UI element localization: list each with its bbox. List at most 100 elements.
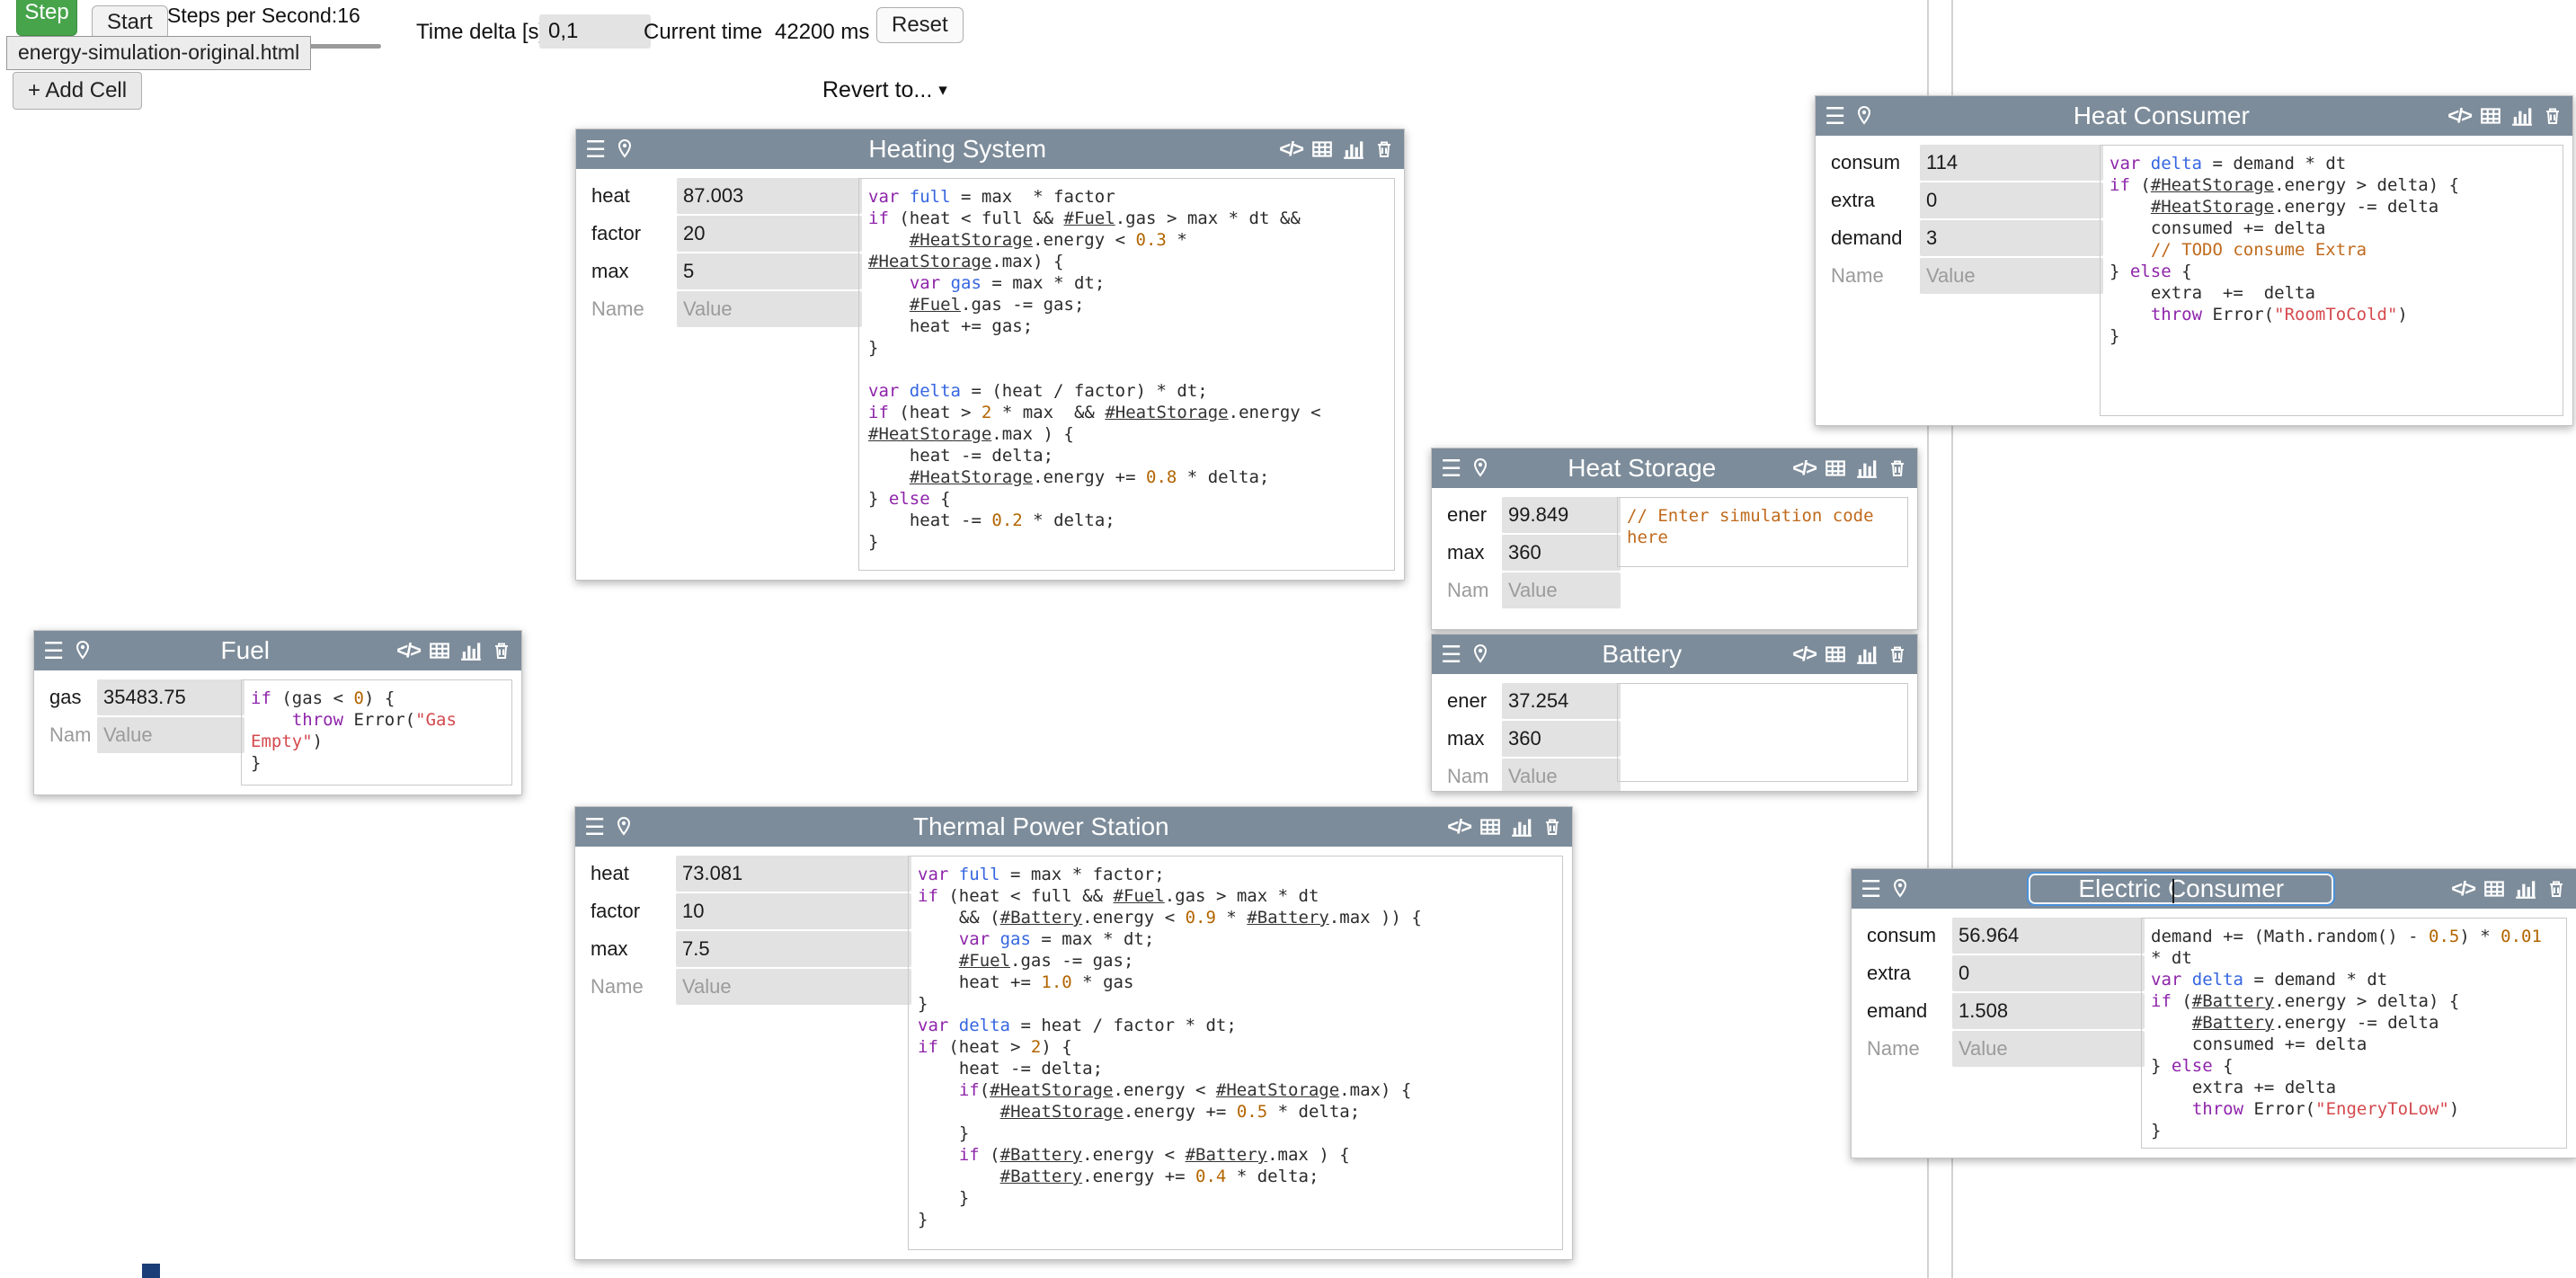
var-value-input[interactable] bbox=[1920, 258, 2103, 294]
menu-icon[interactable]: ☰ bbox=[1825, 102, 1845, 130]
var-name-input[interactable] bbox=[585, 291, 688, 327]
trash-icon[interactable] bbox=[1887, 643, 1908, 665]
code-editor[interactable]: var delta = demand * dt if (#HeatStorage… bbox=[2100, 145, 2563, 416]
var-value-input[interactable] bbox=[1502, 683, 1621, 719]
pin-icon[interactable] bbox=[1470, 643, 1491, 665]
var-value-input[interactable] bbox=[97, 679, 244, 715]
pin-icon[interactable] bbox=[614, 138, 635, 160]
code-icon[interactable]: </> bbox=[1792, 643, 1816, 666]
var-name-input[interactable] bbox=[1825, 182, 1931, 218]
trash-icon[interactable] bbox=[2545, 878, 2567, 900]
var-value-input[interactable] bbox=[676, 931, 911, 967]
add-cell-button[interactable]: + Add Cell bbox=[13, 72, 142, 110]
code-editor[interactable]: var full = max * factor; if (heat < full… bbox=[908, 856, 1563, 1250]
var-value-input[interactable] bbox=[677, 253, 862, 289]
trash-icon[interactable] bbox=[1541, 816, 1563, 838]
table-icon[interactable] bbox=[2479, 104, 2502, 128]
var-value-input[interactable] bbox=[1952, 993, 2145, 1029]
chart-icon[interactable] bbox=[1342, 138, 1365, 161]
menu-icon[interactable]: ☰ bbox=[585, 136, 606, 164]
table-icon[interactable] bbox=[2483, 877, 2506, 901]
table-icon[interactable] bbox=[428, 639, 451, 662]
code-icon[interactable]: </> bbox=[1447, 815, 1470, 839]
table-icon[interactable] bbox=[1824, 643, 1847, 666]
var-name-input[interactable] bbox=[584, 969, 687, 1005]
card-header[interactable]: ☰ Heat Storage </> bbox=[1432, 448, 1917, 488]
revert-to-dropdown[interactable]: Revert to... ▾ bbox=[822, 77, 947, 103]
trash-icon[interactable] bbox=[1887, 457, 1908, 479]
var-value-input[interactable] bbox=[1502, 721, 1621, 757]
var-value-input[interactable] bbox=[1502, 572, 1621, 608]
time-delta-input[interactable] bbox=[539, 14, 651, 49]
card-header[interactable]: ☰ Fuel </> bbox=[34, 631, 521, 670]
card-title[interactable]: Heat Storage bbox=[1568, 454, 1716, 483]
code-icon[interactable]: </> bbox=[2447, 104, 2471, 128]
var-value-input[interactable] bbox=[677, 216, 862, 252]
code-icon[interactable]: </> bbox=[2451, 877, 2474, 901]
menu-icon[interactable]: ☰ bbox=[584, 813, 605, 841]
var-value-input[interactable] bbox=[677, 291, 862, 327]
chart-icon[interactable] bbox=[1855, 643, 1879, 666]
var-value-input[interactable] bbox=[676, 856, 911, 892]
card-title[interactable]: Heating System bbox=[868, 135, 1046, 164]
var-name-input[interactable] bbox=[1861, 993, 1963, 1029]
chart-icon[interactable] bbox=[459, 639, 483, 662]
card-title[interactable]: Heat Consumer bbox=[2074, 102, 2250, 130]
code-icon[interactable]: </> bbox=[1792, 457, 1816, 480]
code-editor[interactable]: var full = max * factor if (heat < full … bbox=[858, 178, 1395, 571]
chart-icon[interactable] bbox=[2514, 877, 2537, 901]
reset-button[interactable]: Reset bbox=[876, 7, 964, 43]
table-icon[interactable] bbox=[1310, 138, 1334, 161]
table-icon[interactable] bbox=[1479, 815, 1502, 839]
menu-icon[interactable]: ☰ bbox=[1441, 641, 1461, 669]
card-title[interactable]: Thermal Power Station bbox=[913, 812, 1169, 841]
chart-icon[interactable] bbox=[2510, 104, 2534, 128]
start-button[interactable]: Start bbox=[92, 5, 168, 40]
var-name-input[interactable] bbox=[584, 856, 687, 892]
var-name-input[interactable] bbox=[1861, 1031, 1963, 1067]
step-button[interactable]: Step bbox=[16, 0, 77, 36]
var-value-input[interactable] bbox=[1952, 955, 2145, 991]
var-value-input[interactable] bbox=[1920, 182, 2103, 218]
var-value-input[interactable] bbox=[97, 717, 244, 753]
var-name-input[interactable] bbox=[1861, 955, 1963, 991]
trash-icon[interactable] bbox=[491, 640, 512, 661]
code-editor[interactable]: if (gas < 0) { throw Error("Gas Empty") … bbox=[241, 679, 512, 785]
var-name-input[interactable] bbox=[585, 253, 688, 289]
card-title[interactable]: Battery bbox=[1602, 640, 1682, 669]
var-value-input[interactable] bbox=[676, 969, 911, 1005]
var-name-input[interactable] bbox=[584, 893, 687, 929]
var-name-input[interactable] bbox=[1861, 918, 1963, 954]
pin-icon[interactable] bbox=[1853, 105, 1875, 127]
var-name-input[interactable] bbox=[584, 931, 687, 967]
card-title[interactable]: Fuel bbox=[221, 636, 270, 665]
card-header[interactable]: ☰ Battery </> bbox=[1432, 635, 1917, 674]
var-value-input[interactable] bbox=[1502, 497, 1621, 533]
trash-icon[interactable] bbox=[1373, 138, 1395, 160]
var-value-input[interactable] bbox=[1502, 759, 1621, 791]
card-header[interactable]: ☰ Thermal Power Station </> bbox=[575, 807, 1572, 847]
var-name-input[interactable] bbox=[585, 178, 688, 214]
code-icon[interactable]: </> bbox=[396, 639, 420, 662]
var-name-input[interactable] bbox=[585, 216, 688, 252]
pin-icon[interactable] bbox=[613, 816, 635, 838]
var-value-input[interactable] bbox=[1952, 1031, 2145, 1067]
var-value-input[interactable] bbox=[1952, 918, 2145, 954]
var-value-input[interactable] bbox=[1920, 220, 2103, 256]
trash-icon[interactable] bbox=[2542, 105, 2563, 127]
var-name-input[interactable] bbox=[1825, 145, 1931, 181]
menu-icon[interactable]: ☰ bbox=[43, 637, 64, 665]
var-value-input[interactable] bbox=[1502, 535, 1621, 571]
var-name-input[interactable] bbox=[1825, 220, 1931, 256]
chart-icon[interactable] bbox=[1855, 457, 1879, 480]
card-header[interactable]: ☰ Electric Consumer </> bbox=[1852, 869, 2576, 909]
code-editor[interactable]: demand += (Math.random() - 0.5) * 0.01 *… bbox=[2141, 918, 2567, 1149]
card-header[interactable]: ☰ Heat Consumer </> bbox=[1816, 96, 2572, 136]
var-value-input[interactable] bbox=[676, 893, 911, 929]
var-value-input[interactable] bbox=[677, 178, 862, 214]
card-header[interactable]: ☰ Heating System </> bbox=[576, 129, 1404, 169]
card-title-edit[interactable]: Electric Consumer bbox=[2027, 872, 2335, 906]
menu-icon[interactable]: ☰ bbox=[1861, 875, 1881, 903]
code-icon[interactable]: </> bbox=[1279, 138, 1302, 161]
code-editor[interactable]: // Enter simulation code here bbox=[1617, 497, 1908, 567]
